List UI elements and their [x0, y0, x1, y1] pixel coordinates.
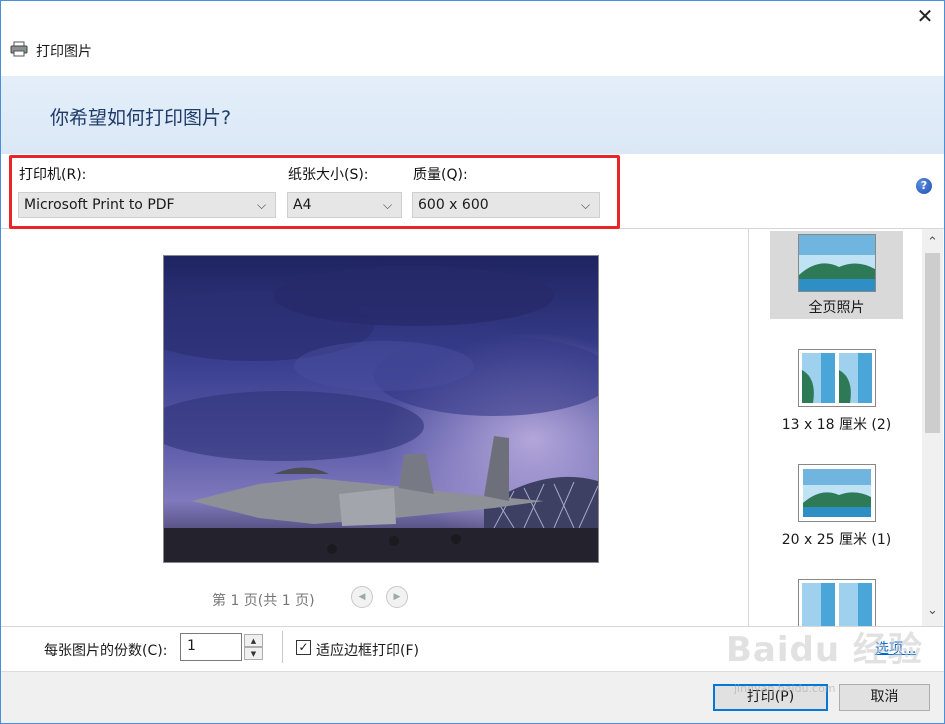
copies-label: 每张图片的份数(C):	[44, 643, 168, 659]
banner-question: 你希望如何打印图片?	[50, 107, 232, 129]
layout-item-13x18[interactable]: 13 x 18 厘米 (2)	[770, 346, 903, 434]
title-bar: 打印图片	[10, 36, 92, 66]
scroll-up-button[interactable]: ⌃	[922, 231, 943, 251]
layout-item-20x25[interactable]: 20 x 25 厘米 (1)	[770, 461, 903, 549]
copies-decrement-button[interactable]: ▼	[244, 647, 263, 660]
full-page-thumbnail	[798, 234, 876, 292]
20x25-thumbnail	[798, 464, 876, 522]
copies-increment-button[interactable]: ▲	[244, 634, 263, 647]
layout-label: 全页照片	[808, 300, 865, 316]
layout-label: 20 x 25 厘米 (1)	[781, 532, 892, 548]
close-button[interactable]: ✕	[908, 2, 942, 30]
fit-to-frame-label[interactable]: 适应边框打印(F)	[316, 640, 419, 660]
baidu-watermark-url: jingyan.baidu.com	[734, 682, 836, 695]
layout-item-full-page[interactable]: 全页照片	[770, 231, 903, 319]
dialog-title: 打印图片	[36, 44, 92, 60]
copies-input[interactable]: 1	[180, 633, 242, 661]
fit-to-frame-checkbox[interactable]: ✓	[296, 640, 311, 655]
divider	[282, 631, 283, 663]
question-banner: 你希望如何打印图片?	[1, 76, 944, 155]
page-indicator: 第 1 页(共 1 页)	[212, 593, 315, 609]
highlight-box	[9, 155, 620, 229]
layout-label: 13 x 18 厘米 (2)	[781, 417, 892, 433]
scrollbar-thumb[interactable]	[925, 253, 940, 433]
scroll-down-button[interactable]: ⌄	[922, 604, 943, 624]
partial-thumbnail	[798, 579, 876, 626]
help-icon[interactable]: ?	[916, 178, 932, 194]
cancel-button[interactable]: 取消	[839, 684, 930, 711]
next-page-button[interactable]: ▶	[386, 586, 408, 608]
layout-item-partial[interactable]	[770, 576, 903, 626]
previous-page-button[interactable]: ◀	[351, 586, 373, 608]
baidu-watermark: Baidu 经验	[726, 630, 923, 670]
photo-preview	[163, 255, 599, 563]
13x18-thumbnail	[798, 349, 876, 407]
jet-photo-image	[164, 256, 598, 562]
printer-icon	[10, 41, 28, 61]
